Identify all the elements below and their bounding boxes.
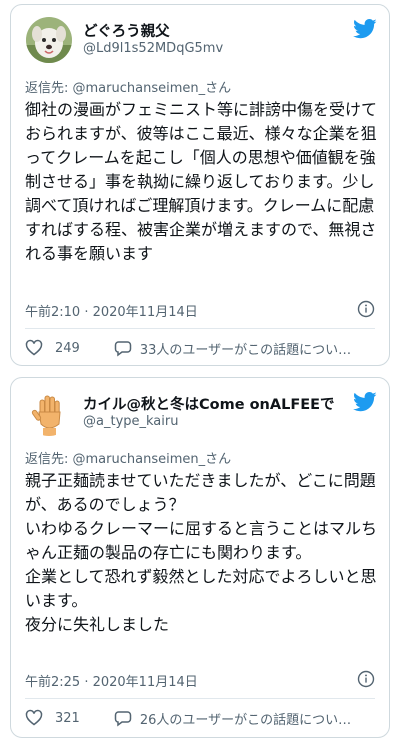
tweet-card[interactable]: どぐろう親父 @Ld9l1s52MDqG5mv 返信先: @maruchanse…	[10, 4, 390, 366]
tweet-actions: 249 33人のユーザーがこの話題につい…	[25, 337, 375, 359]
twitter-bird-icon[interactable]	[353, 19, 377, 39]
tweet-card[interactable]: カイル@秋と冬はCome onALFEEで @a_type_kairu 返信先:…	[10, 377, 390, 738]
reply-to-mention[interactable]: @maruchanseimen_さん	[73, 452, 232, 467]
conversation-people-icon[interactable]	[114, 709, 132, 727]
tweet-body: 親子正麺読ませていただきましたが、どこに問題が、あるのでしょう？ いわゆるクレー…	[25, 471, 378, 634]
user-handle[interactable]: @Ld9l1s52MDqG5mv	[83, 41, 223, 56]
tweet-timestamp[interactable]: 午前2:10 · 2020年11月14日	[25, 301, 198, 320]
divider	[25, 698, 375, 699]
like-count[interactable]: 321	[55, 711, 80, 726]
tweet-actions: 321 26人のユーザーがこの話題につい…	[25, 707, 375, 729]
conversation-link[interactable]: 33人のユーザーがこの話題につい…	[140, 339, 351, 358]
divider	[25, 328, 375, 329]
twitter-bird-icon[interactable]	[353, 392, 377, 412]
heart-icon[interactable]	[25, 709, 43, 727]
conversation-link[interactable]: 26人のユーザーがこの話題につい…	[140, 709, 351, 728]
tweet-body: 御社の漫画がフェミニスト等に誹謗中傷を受けておられますが、彼等はここ最近、様々な…	[25, 100, 378, 263]
info-icon[interactable]	[357, 670, 375, 688]
dog-avatar-icon[interactable]	[26, 17, 72, 63]
reply-to-label: 返信先:	[25, 452, 73, 467]
tweet-timestamp[interactable]: 午前2:25 · 2020年11月14日	[25, 671, 198, 690]
display-name[interactable]: カイル@秋と冬はCome onALFEEで	[83, 393, 335, 414]
heart-icon[interactable]	[25, 339, 43, 357]
raised-hand-avatar-icon[interactable]	[26, 390, 72, 436]
reply-to-label: 返信先:	[25, 81, 73, 96]
reply-to-mention[interactable]: @maruchanseimen_さん	[73, 81, 232, 96]
conversation-people-icon[interactable]	[114, 339, 132, 357]
like-count[interactable]: 249	[55, 341, 80, 356]
info-icon[interactable]	[357, 300, 375, 318]
display-name[interactable]: どぐろう親父	[83, 20, 170, 41]
reply-to-line: 返信先: @maruchanseimen_さん	[25, 77, 231, 96]
reply-to-line: 返信先: @maruchanseimen_さん	[25, 448, 231, 467]
user-handle[interactable]: @a_type_kairu	[83, 414, 178, 429]
